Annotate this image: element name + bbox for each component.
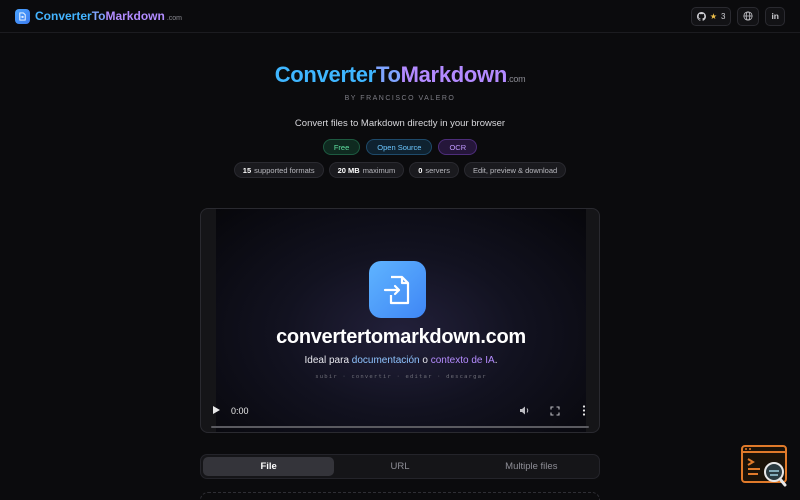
stat-servers: 0 servers: [409, 162, 459, 178]
stats-row: 15 supported formats 20 MB maximum 0 ser…: [0, 162, 800, 178]
github-stars-button[interactable]: ★ 3: [690, 6, 732, 26]
brand-part-converter: Converter: [35, 9, 92, 23]
stat-max-size-value: 20 MB: [337, 165, 360, 175]
video-subtitle-e: .: [494, 355, 498, 366]
stat-servers-value: 0: [418, 165, 423, 175]
badge-open-source: Open Source: [366, 139, 433, 155]
github-star-count: 3: [720, 11, 726, 21]
more-options-icon[interactable]: [582, 405, 586, 416]
title-part-converter: Converter: [274, 62, 377, 87]
stat-edit-preview-label: Edit, preview & download: [472, 165, 558, 175]
input-mode-tabs: File URL Multiple files: [200, 454, 600, 479]
linkedin-button[interactable]: in: [765, 6, 785, 26]
tab-multiple-files[interactable]: Multiple files: [466, 457, 597, 476]
stat-edit-preview: Edit, preview & download: [463, 162, 567, 178]
star-icon: ★: [709, 11, 717, 21]
video-time: 0:00: [231, 406, 249, 416]
brand-name: ConverterToMarkdown .com: [35, 9, 182, 23]
brand-part-to: To: [91, 9, 106, 23]
feature-badges: Free Open Source OCR: [0, 139, 800, 155]
title-part-to: To: [375, 62, 401, 87]
linkedin-icon: in: [771, 11, 779, 21]
video-subtitle-d: contexto de IA: [430, 355, 495, 366]
brand-link[interactable]: ConverterToMarkdown .com: [15, 8, 182, 24]
globe-icon: [743, 11, 753, 21]
title-suffix: .com: [506, 74, 526, 84]
video-subtitle-a: Ideal para: [304, 355, 352, 366]
badge-ocr: OCR: [438, 139, 478, 155]
top-bar: ConverterToMarkdown .com ★ 3 in: [0, 0, 800, 33]
tab-file[interactable]: File: [203, 457, 335, 476]
author-byline: BY FRANCISCO VALERO: [344, 95, 456, 102]
video-steps: subir · convertir · editar · descargar: [315, 374, 487, 380]
page-title: ConverterToMarkdown.com: [0, 62, 800, 88]
video-subtitle: Ideal para documentación o contexto de I…: [216, 355, 586, 366]
video-controls: 0:00: [201, 392, 599, 432]
stat-formats: 15 supported formats: [233, 162, 324, 178]
floating-help-button[interactable]: [740, 445, 790, 489]
tab-url[interactable]: URL: [334, 457, 465, 476]
brand-part-markdown: Markdown: [105, 9, 165, 23]
video-progress-bar[interactable]: [211, 426, 589, 428]
brand-suffix: .com: [166, 15, 182, 22]
github-icon: [696, 11, 706, 21]
stat-servers-label: servers: [425, 165, 450, 175]
tagline: Convert files to Markdown directly in yo…: [294, 118, 506, 129]
stat-max-size: 20 MB maximum: [328, 162, 405, 178]
video-subtitle-b: documentación: [351, 355, 420, 366]
video-domain-text: convertertomarkdown.com: [276, 326, 526, 348]
language-button[interactable]: [737, 6, 760, 26]
stat-formats-value: 15: [242, 165, 252, 175]
file-import-icon: [369, 261, 426, 318]
video-subtitle-c: o: [419, 355, 431, 366]
play-icon[interactable]: [213, 406, 220, 414]
brand-logo-icon: [15, 8, 30, 24]
stat-formats-label: supported formats: [254, 165, 315, 175]
badge-free: Free: [322, 139, 361, 155]
stat-max-size-label: maximum: [362, 165, 396, 175]
demo-video-player[interactable]: convertertomarkdown.com Ideal para docum…: [200, 208, 600, 433]
title-part-markdown: Markdown: [400, 62, 508, 87]
volume-icon[interactable]: [519, 405, 531, 416]
terminal-search-icon: [741, 445, 787, 487]
file-dropzone[interactable]: [200, 492, 600, 500]
fullscreen-icon[interactable]: [550, 406, 560, 416]
